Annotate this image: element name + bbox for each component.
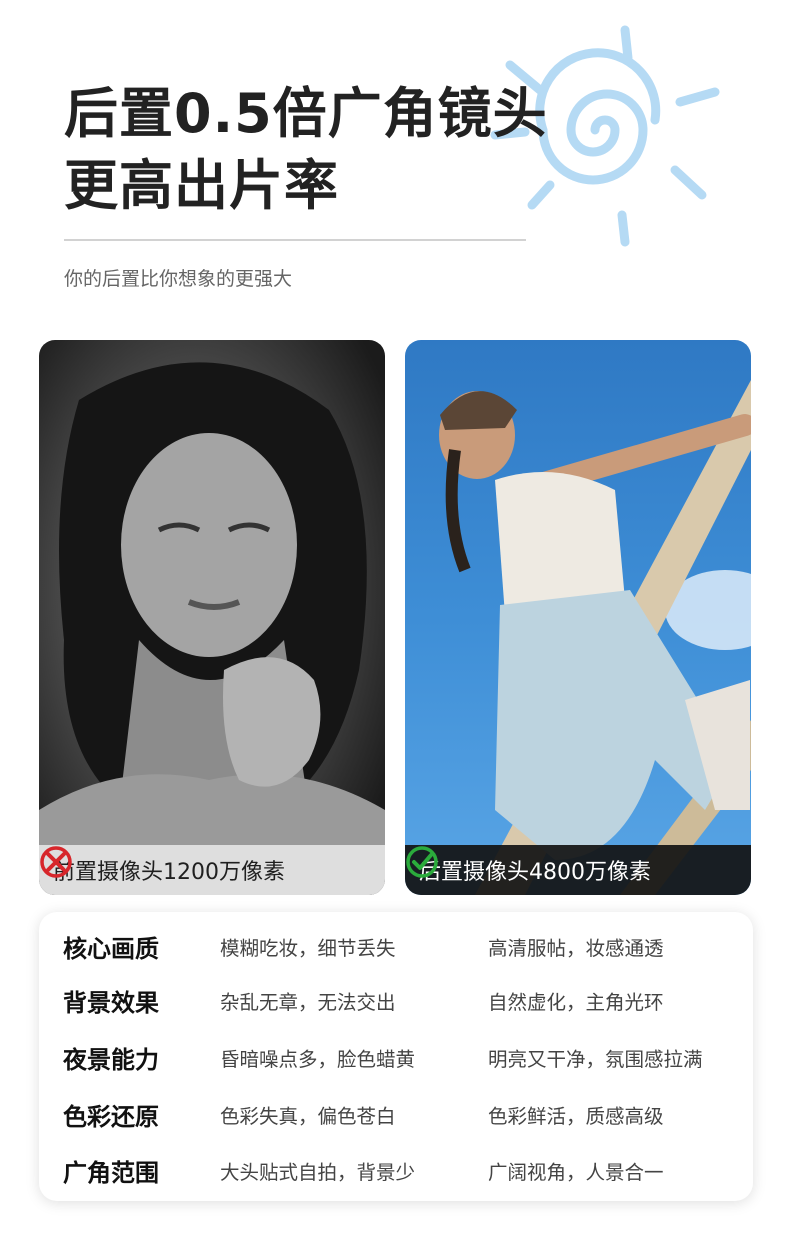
rear-camera-value: 明亮又干净，氛围感拉满 bbox=[488, 1047, 703, 1071]
row-label: 夜景能力 bbox=[63, 1045, 159, 1074]
front-camera-value: 模糊吃妆，细节丢失 bbox=[220, 936, 396, 960]
rear-camera-label: 后置摄像头4800万像素 bbox=[419, 860, 651, 885]
comparison-row: 背景效果 杂乱无章，无法交出 自然虚化，主角光环 bbox=[39, 980, 753, 1020]
front-camera-value: 大头贴式自拍，背景少 bbox=[220, 1160, 416, 1184]
comparison-row: 夜景能力 昏暗噪点多，脸色蜡黄 明亮又干净，氛围感拉满 bbox=[39, 1037, 753, 1077]
divider bbox=[64, 239, 526, 241]
title-line-2: 更高出片率 bbox=[64, 154, 339, 217]
page-title: 后置0.5倍广角镜头 更高出片率 bbox=[64, 78, 548, 222]
check-mark-icon bbox=[406, 846, 438, 878]
comparison-row: 色彩还原 色彩失真，偏色苍白 色彩鲜活，质感高级 bbox=[39, 1094, 753, 1134]
rear-camera-value: 广阔视角，人景合一 bbox=[488, 1160, 664, 1184]
rear-camera-value: 色彩鲜活，质感高级 bbox=[488, 1104, 664, 1128]
cross-mark-icon bbox=[40, 846, 72, 878]
front-camera-label: 前置摄像头1200万像素 bbox=[53, 860, 285, 885]
rear-camera-value: 高清服帖，妆感通透 bbox=[488, 936, 664, 960]
comparison-table: 核心画质 模糊吃妆，细节丢失 高清服帖，妆感通透 背景效果 杂乱无章，无法交出 … bbox=[39, 912, 753, 1201]
rear-camera-photo: 后置摄像头4800万像素 bbox=[405, 340, 751, 895]
rear-camera-caption: 后置摄像头4800万像素 bbox=[405, 845, 751, 895]
front-camera-value: 色彩失真，偏色苍白 bbox=[220, 1104, 396, 1128]
front-camera-caption: 前置摄像头1200万像素 bbox=[39, 845, 385, 895]
rear-camera-value: 自然虚化，主角光环 bbox=[488, 990, 664, 1014]
title-line-1: 后置0.5倍广角镜头 bbox=[64, 82, 548, 145]
front-camera-value: 杂乱无章，无法交出 bbox=[220, 990, 396, 1014]
comparison-row: 核心画质 模糊吃妆，细节丢失 高清服帖，妆感通透 bbox=[39, 926, 753, 966]
row-label: 广角范围 bbox=[63, 1158, 159, 1187]
row-label: 背景效果 bbox=[63, 988, 159, 1017]
portrait-illustration bbox=[39, 362, 385, 895]
subtitle: 你的后置比你想象的更强大 bbox=[64, 268, 293, 290]
row-label: 核心画质 bbox=[63, 934, 159, 963]
row-label: 色彩还原 bbox=[63, 1102, 159, 1131]
comparison-row: 广角范围 大头贴式自拍，背景少 广阔视角，人景合一 bbox=[39, 1150, 753, 1190]
front-camera-value: 昏暗噪点多，脸色蜡黄 bbox=[220, 1047, 416, 1071]
front-camera-photo: 前置摄像头1200万像素 bbox=[39, 340, 385, 895]
outdoor-illustration bbox=[439, 380, 751, 895]
